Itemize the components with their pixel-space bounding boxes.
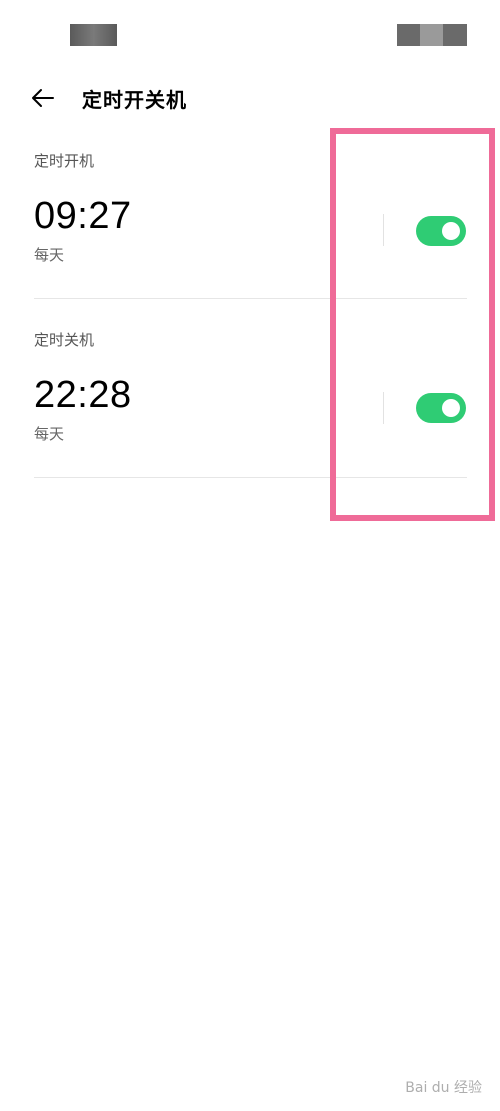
highlight-box [330, 128, 495, 521]
status-bar-left [70, 24, 117, 46]
arrow-left-icon[interactable] [30, 85, 56, 111]
watermark: Bai du 经验 [405, 1080, 482, 1096]
page-title: 定时开关机 [82, 87, 187, 112]
app-header: 定时开关机 [30, 78, 187, 118]
status-bar-right [397, 24, 467, 46]
